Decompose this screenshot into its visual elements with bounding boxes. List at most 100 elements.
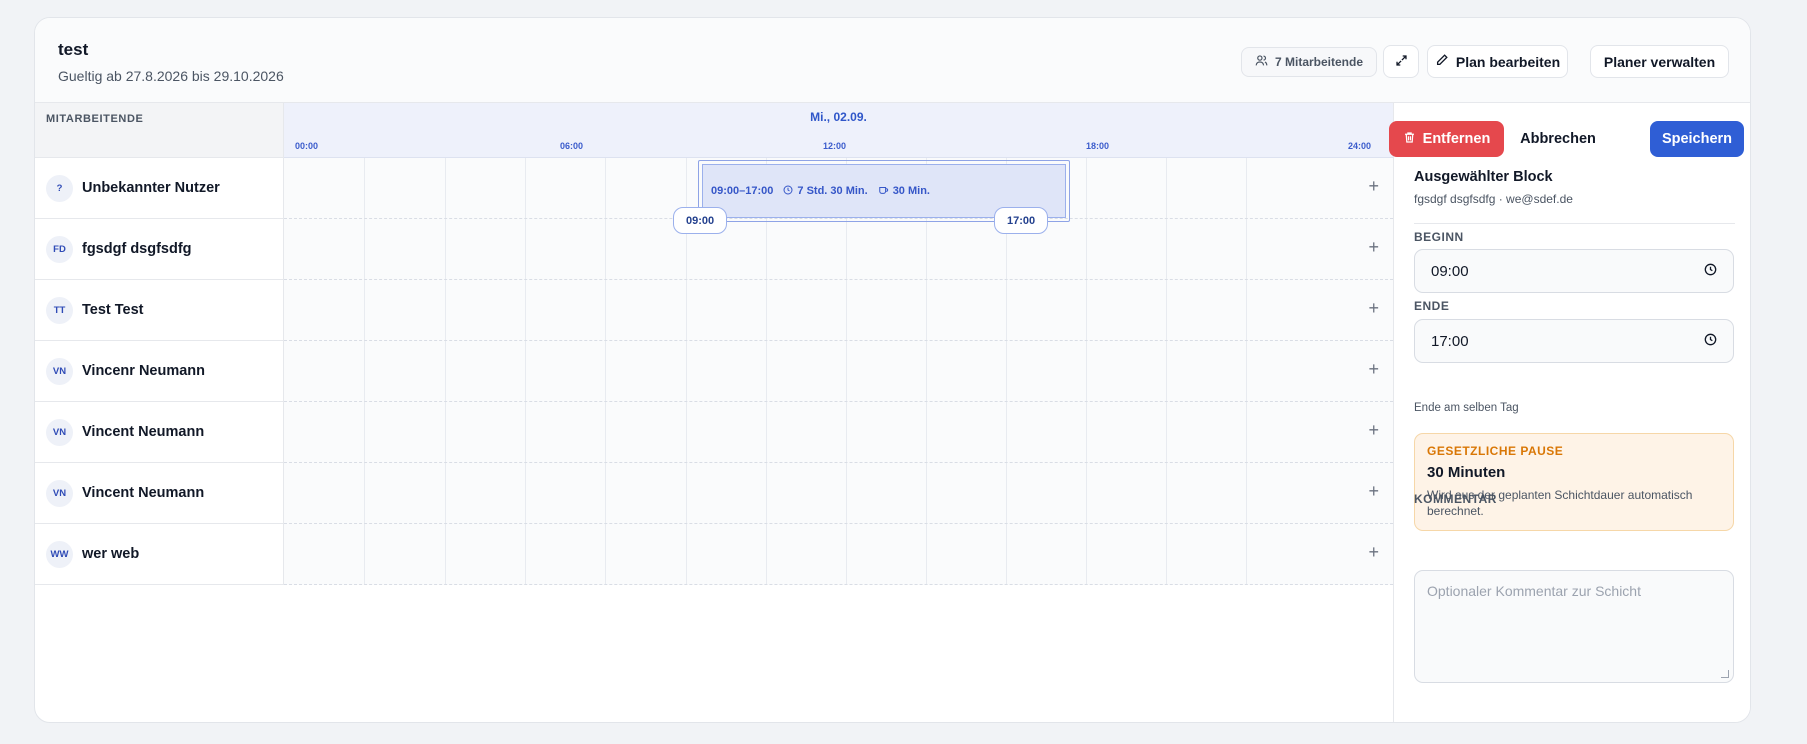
clock-icon (783, 184, 793, 198)
comment-textarea[interactable]: Optionaler Kommentar zur Schicht (1414, 570, 1734, 683)
grid-line (766, 524, 767, 584)
grid-line (1166, 341, 1167, 401)
clock-icon[interactable] (1704, 263, 1717, 280)
grid-line (686, 402, 687, 462)
grid-line (1246, 524, 1247, 584)
clock-icon[interactable] (1704, 333, 1717, 350)
add-shift-button[interactable]: + (1368, 359, 1379, 379)
end-time-handle[interactable]: 17:00 (994, 207, 1049, 234)
grid-line (766, 402, 767, 462)
grid-line (445, 524, 446, 584)
shift-range: 09:00–17:00 (711, 185, 774, 197)
hour-label: 24:00 (1348, 141, 1372, 151)
timeline-row[interactable]: + (284, 524, 1393, 585)
timeline-row[interactable]: + (284, 219, 1393, 280)
coffee-icon (878, 185, 889, 198)
add-shift-button[interactable]: + (1368, 298, 1379, 318)
edit-plan-button[interactable]: Plan bearbeiten (1427, 45, 1568, 78)
block-edit-panel: Entfernen Abbrechen Speichern × Ausgewäh… (1389, 103, 1750, 722)
grid-line (525, 158, 526, 218)
employees-count-button[interactable]: 7 Mitarbeitende (1241, 47, 1377, 77)
cancel-button[interactable]: Abbrechen (1508, 121, 1608, 157)
remove-label: Entfernen (1422, 131, 1491, 147)
grid-line (1166, 219, 1167, 279)
planner-card: test Gueltig ab 27.8.2026 bis 29.10.2026… (34, 17, 1751, 723)
employee-name: Unbekannter Nutzer (82, 180, 220, 196)
employee-name: Test Test (82, 302, 144, 318)
grid-line (605, 280, 606, 340)
start-time-handle[interactable]: 09:00 (673, 207, 728, 234)
grid-line (1006, 402, 1007, 462)
grid-line (1086, 524, 1087, 584)
save-button[interactable]: Speichern (1650, 121, 1744, 157)
grid-line (1006, 280, 1007, 340)
hour-label: 06:00 (560, 141, 584, 151)
resize-handle[interactable] (1721, 670, 1729, 678)
add-shift-button[interactable]: + (1368, 542, 1379, 562)
employee-row[interactable]: VN Vincenr Neumann (35, 341, 284, 402)
grid-line (926, 463, 927, 523)
grid-line (1246, 219, 1247, 279)
avatar: VN (46, 357, 73, 385)
grid-line (766, 219, 767, 279)
add-shift-button[interactable]: + (1368, 176, 1379, 196)
employee-name: Vincent Neumann (82, 485, 205, 501)
close-icon[interactable]: × (1749, 126, 1750, 152)
employee-row[interactable]: FD fgsdgf dsgfsdfg (35, 219, 284, 280)
plan-validity: Gueltig ab 27.8.2026 bis 29.10.2026 (58, 68, 284, 84)
grid-line (766, 463, 767, 523)
employee-name: Vincenr Neumann (82, 363, 206, 379)
comment-placeholder: Optionaler Kommentar zur Schicht (1427, 583, 1641, 599)
employee-row[interactable]: ? Unbekannter Nutzer (35, 158, 284, 219)
grid-line (364, 524, 365, 584)
end-hint: Ende am selben Tag (1414, 402, 1519, 414)
grid-line (1086, 463, 1087, 523)
grid-line (1166, 524, 1167, 584)
employee-row[interactable]: WW wer web (35, 524, 284, 585)
grid-line (605, 341, 606, 401)
begin-label: BEGINN (1414, 230, 1464, 244)
schedule-grid: MITARBEITENDE ? Unbekannter Nutzer FD fg… (35, 103, 1393, 722)
grid-line (1166, 158, 1167, 218)
employees-count-label: 7 Mitarbeitende (1274, 55, 1364, 69)
grid-line (445, 402, 446, 462)
end-time-value: 17:00 (1431, 332, 1469, 350)
timeline-row[interactable]: + (284, 463, 1393, 524)
grid-line (364, 402, 365, 462)
grid-line (445, 280, 446, 340)
grid-line (1086, 402, 1087, 462)
plan-title: test (58, 40, 89, 59)
grid-line (1246, 402, 1247, 462)
grid-line (445, 219, 446, 279)
grid-line (1166, 280, 1167, 340)
remove-button[interactable]: Entfernen (1389, 121, 1504, 157)
legal-pause-box: GESETZLICHE PAUSE 30 Minuten Wird aus de… (1414, 433, 1734, 531)
grid-line (1086, 280, 1087, 340)
shift-duration-label: 7 Std. 30 Min. (797, 185, 868, 197)
begin-time-field[interactable]: 09:00 (1414, 249, 1734, 293)
comment-label: KOMMENTAR (1414, 492, 1497, 506)
employee-row[interactable]: TT Test Test (35, 280, 284, 341)
pause-label: GESETZLICHE PAUSE (1427, 444, 1564, 458)
avatar: FD (46, 235, 73, 263)
employee-column: MITARBEITENDE ? Unbekannter Nutzer FD fg… (35, 103, 284, 722)
selected-block-title: Ausgewählter Block (1414, 169, 1553, 185)
add-shift-button[interactable]: + (1368, 420, 1379, 440)
employee-row[interactable]: VN Vincent Neumann (35, 463, 284, 524)
add-shift-button[interactable]: + (1368, 237, 1379, 257)
employee-row[interactable]: VN Vincent Neumann (35, 402, 284, 463)
expand-button[interactable] (1383, 45, 1419, 78)
grid-line (846, 280, 847, 340)
grid-line (364, 463, 365, 523)
timeline-row[interactable]: + (284, 341, 1393, 402)
grid-line (1006, 341, 1007, 401)
grid-line (1246, 463, 1247, 523)
grid-line (686, 524, 687, 584)
grid-line (1166, 402, 1167, 462)
end-time-field[interactable]: 17:00 (1414, 319, 1734, 363)
add-shift-button[interactable]: + (1368, 481, 1379, 501)
grid-line (364, 158, 365, 218)
timeline-row[interactable]: + (284, 402, 1393, 463)
timeline-row[interactable]: + (284, 280, 1393, 341)
manage-planner-button[interactable]: Planer verwalten (1590, 45, 1729, 78)
